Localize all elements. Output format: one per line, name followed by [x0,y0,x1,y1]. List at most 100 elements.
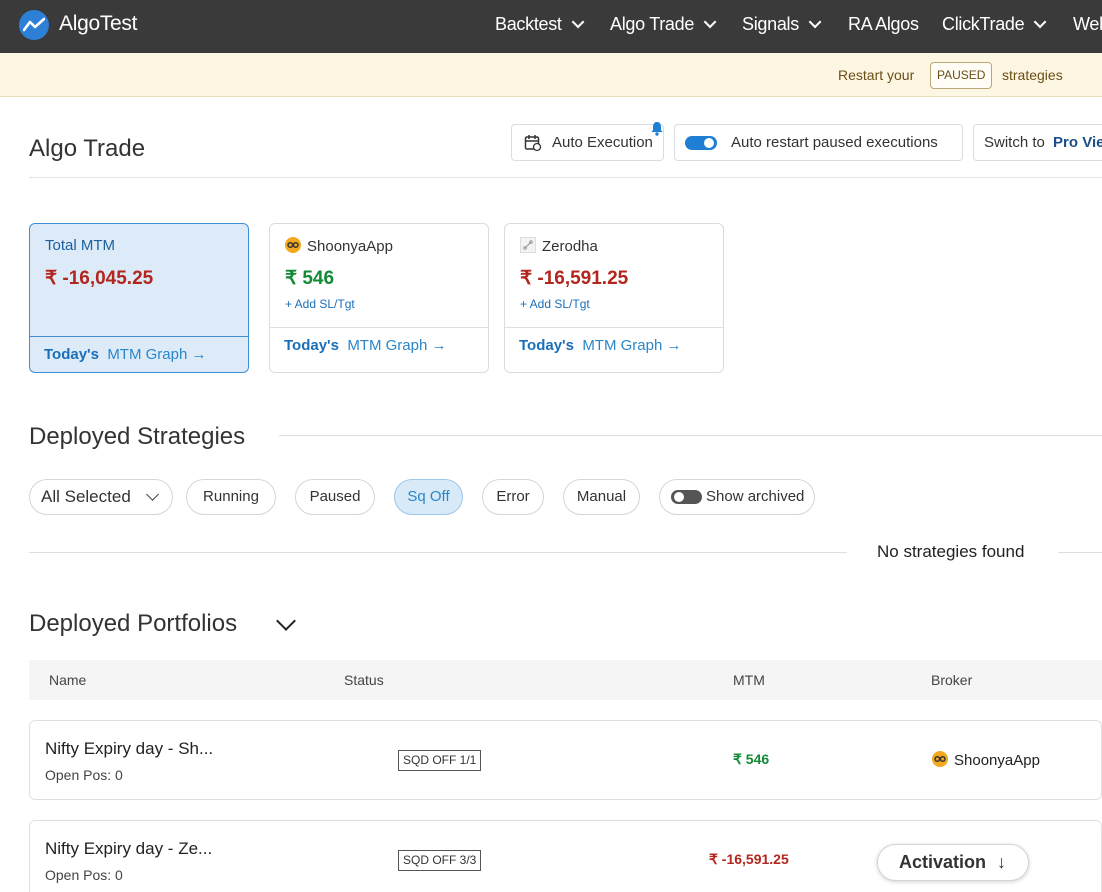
total-mtm-card: Total MTM ₹ -16,045.25 Today's MTM Graph… [29,223,249,373]
top-navbar: AlgoTest Backtest Algo Trade Signals RA … [0,0,1102,53]
col-broker: Broker [931,672,973,688]
empty-divider-right [1058,552,1102,553]
switch-to-label: Switch to [984,134,1045,151]
status-badge: SQD OFF 1/1 [398,750,482,771]
card-label: ShoonyaApp [285,237,393,255]
shoonya-mtm-card: ShoonyaApp ₹ 546 + Add SL/Tgt Today's MT… [269,223,489,373]
arrow-right-icon: → [191,346,207,363]
card-divider [505,327,723,328]
card-divider [30,336,248,337]
add-sl-tgt-link[interactable]: + Add SL/Tgt [285,297,355,311]
portfolio-mtm: ₹ -16,591.25 [709,851,789,867]
show-archived-toggle[interactable] [671,490,702,504]
open-positions: Open Pos: 0 [45,867,123,883]
auto-restart-toggle-row[interactable]: Auto restart paused executions [674,124,963,161]
auto-execution-label: Auto Execution [552,134,653,151]
portfolio-broker: ShoonyaApp [932,751,1040,769]
nav-label: Algo Trade [610,14,695,34]
broker-name: Zerodha [542,238,598,255]
filter-select-value: All Selected [41,487,131,506]
nav-label: ClickTrade [942,14,1025,34]
open-positions: Open Pos: 0 [45,767,123,783]
arrow-right-icon: → [431,337,447,354]
chevron-down-icon [1034,15,1047,29]
show-archived-toggle-row[interactable]: Show archived [659,479,815,515]
nav-label: RA Algos [848,14,919,34]
add-sl-tgt-link[interactable]: + Add SL/Tgt [520,297,590,311]
page-title: Algo Trade [29,135,146,162]
algotest-logo-icon[interactable] [19,10,49,40]
col-mtm: MTM [733,672,765,688]
auto-execution-button[interactable]: Auto Execution [511,124,664,161]
col-name: Name [49,672,87,688]
card-divider [270,327,488,328]
auto-restart-label: Auto restart paused executions [731,134,938,151]
paused-badge[interactable]: PAUSED [930,62,993,89]
broker-name: ShoonyaApp [954,752,1040,769]
nav-web[interactable]: Web [1073,14,1102,35]
portfolio-table-header: Name Status MTM Broker [29,660,1102,700]
activation-button[interactable]: Activation ↓ [877,844,1029,881]
brand-name[interactable]: AlgoTest [59,12,137,36]
strategy-filter-select[interactable]: All Selected [29,479,173,515]
graph-label: MTM Graph [107,346,188,363]
chevron-down-icon [703,15,717,29]
chevron-down-icon [571,15,585,29]
pro-view-label: Pro Vie [1053,134,1102,151]
portfolio-row[interactable]: Nifty Expiry day - Sh... Open Pos: 0 SQD… [29,720,1102,800]
empty-divider-left [29,552,847,553]
graph-today: Today's [284,337,339,354]
broker-mtm-amount: ₹ -16,591.25 [520,268,629,289]
portfolio-name: Nifty Expiry day - Sh... [45,739,214,758]
graph-label: MTM Graph [347,337,428,354]
deployed-portfolios-title: Deployed Portfolios [29,610,238,637]
zerodha-logo-icon [520,237,536,253]
graph-today: Today's [44,346,99,363]
switch-pro-view-button[interactable]: Switch to Pro Vie [973,124,1102,161]
nav-label: Backtest [495,14,562,34]
chevron-down-icon [146,488,159,501]
notification-bell-icon[interactable] [650,121,664,136]
header-divider [29,177,1102,178]
banner-prefix: Restart your [838,67,915,83]
chevron-down-icon[interactable] [276,611,296,631]
shoonya-logo-icon [932,751,948,767]
activation-label: Activation [899,852,987,872]
total-mtm-amount: ₹ -16,045.25 [45,268,154,289]
card-label: Zerodha [520,237,598,255]
portfolio-name: Nifty Expiry day - Ze... [45,839,213,858]
filter-running[interactable]: Running [186,479,276,515]
mtm-graph-link[interactable]: Today's MTM Graph → [284,337,447,354]
calendar-sync-icon [524,135,542,152]
nav-label: Signals [742,14,799,34]
section-divider [279,435,1102,436]
auto-restart-toggle[interactable] [685,136,717,150]
broker-mtm-amount: ₹ 546 [285,268,335,289]
nav-clicktrade[interactable]: ClickTrade [942,14,1047,35]
status-badge: SQD OFF 3/3 [398,850,482,871]
nav-backtest[interactable]: Backtest [495,14,585,35]
chevron-down-icon [808,15,822,29]
graph-label: MTM Graph [582,337,663,354]
mtm-graph-link[interactable]: Today's MTM Graph → [519,337,682,354]
graph-today: Today's [519,337,574,354]
arrow-down-icon: ↓ [997,852,1007,872]
portfolio-mtm: ₹ 546 [733,751,770,767]
filter-sq-off[interactable]: Sq Off [394,479,463,515]
nav-algo-trade[interactable]: Algo Trade [610,14,717,35]
filter-error[interactable]: Error [482,479,544,515]
broker-name: ShoonyaApp [307,238,393,255]
banner-suffix: strategies [1002,67,1063,83]
show-archived-label: Show archived [706,488,805,505]
nav-ra-algos[interactable]: RA Algos [848,14,919,35]
no-strategies-message: No strategies found [877,542,1025,561]
mtm-graph-link[interactable]: Today's MTM Graph → [44,346,207,363]
nav-label: Web [1073,14,1102,34]
deployed-strategies-title: Deployed Strategies [29,423,246,450]
zerodha-mtm-card: Zerodha ₹ -16,591.25 + Add SL/Tgt Today'… [504,223,724,373]
nav-signals[interactable]: Signals [742,14,822,35]
shoonya-logo-icon [285,237,301,253]
card-label: Total MTM [45,237,116,254]
filter-manual[interactable]: Manual [563,479,640,515]
filter-paused[interactable]: Paused [295,479,375,515]
